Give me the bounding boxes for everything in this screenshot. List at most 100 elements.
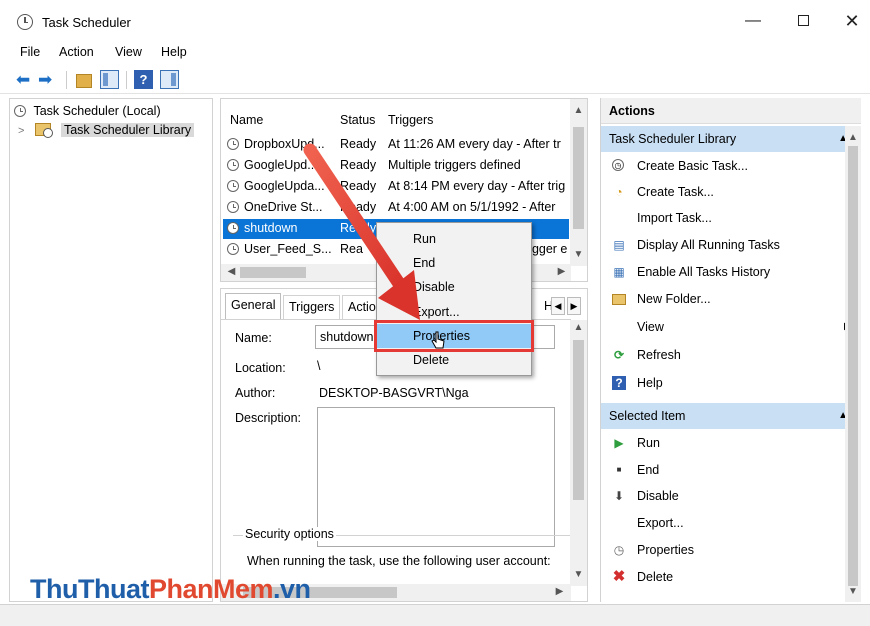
tab-scroll-left-icon[interactable]: ◀	[551, 297, 565, 315]
scroll-left-icon[interactable]: ◀	[223, 266, 240, 277]
action-create-basic-task[interactable]: ◷ Create Basic Task...	[601, 154, 847, 178]
task-clock-icon	[227, 201, 239, 213]
chevron-right-icon[interactable]: >	[18, 122, 32, 140]
location-value: \	[317, 359, 321, 373]
task-list-vertical-scrollbar[interactable]: ▲ ▼	[570, 99, 587, 266]
watermark-part3: .vn	[273, 574, 311, 604]
scroll-thumb[interactable]	[240, 267, 306, 278]
scroll-thumb[interactable]	[573, 340, 584, 500]
section-title: Selected Item	[609, 409, 686, 423]
up-folder-icon[interactable]	[76, 74, 92, 88]
folder-icon	[612, 294, 626, 305]
show-console-tree-icon[interactable]	[100, 70, 119, 89]
actions-vertical-scrollbar[interactable]: ▲ ▼	[845, 126, 861, 602]
scroll-thumb[interactable]	[848, 146, 858, 586]
scroll-up-icon[interactable]: ▲	[845, 132, 861, 143]
task-triggers: Multiple triggers defined	[388, 158, 521, 172]
section-task-scheduler-library[interactable]: Task Scheduler Library ▲	[601, 126, 861, 152]
show-action-pane-icon[interactable]	[160, 70, 179, 89]
action-create-task[interactable]: ◔ Create Task...	[601, 180, 847, 204]
action-export[interactable]: Export...	[601, 511, 847, 535]
context-menu-disable[interactable]: Disable	[377, 275, 531, 299]
actions-pane: Actions Task Scheduler Library ▲ ◷ Creat…	[600, 98, 861, 602]
column-header-name[interactable]: Name	[230, 113, 263, 127]
description-field[interactable]	[317, 407, 555, 547]
status-bar	[0, 604, 870, 626]
tree-root-label: Task Scheduler (Local)	[33, 104, 161, 118]
action-label: Delete	[637, 570, 674, 584]
tree-item-root[interactable]: Task Scheduler (Local)	[14, 102, 161, 120]
context-menu-end[interactable]: End	[377, 251, 531, 275]
scroll-right-icon[interactable]: ▶	[551, 586, 568, 597]
task-clock-icon	[227, 243, 239, 255]
author-label: Author:	[235, 386, 276, 400]
tab-scroll-right-icon[interactable]: ▶	[567, 297, 581, 315]
task-status: Ready	[340, 200, 377, 214]
toolbar: ⬅ ➡ ?	[0, 66, 870, 94]
end-icon: ■	[616, 465, 622, 474]
menu-file[interactable]: File	[20, 45, 40, 59]
action-display-running-tasks[interactable]: ▤ Display All Running Tasks	[601, 233, 847, 257]
menu-view[interactable]: View	[115, 45, 142, 59]
mouse-cursor-icon	[431, 331, 445, 349]
action-help[interactable]: ? Help	[601, 371, 847, 395]
tab-triggers[interactable]: Triggers	[283, 295, 341, 319]
scroll-down-icon[interactable]: ▼	[570, 249, 587, 260]
tab-general[interactable]: General	[225, 293, 282, 319]
action-properties[interactable]: ◷ Properties	[601, 538, 847, 562]
scroll-down-icon[interactable]: ▼	[845, 586, 861, 597]
maximize-button[interactable]	[783, 8, 823, 34]
section-selected-item[interactable]: Selected Item ▲	[601, 403, 861, 429]
action-import-task[interactable]: Import Task...	[601, 206, 847, 230]
action-end[interactable]: ■ End	[601, 458, 847, 482]
title-bar: Task Scheduler — ✕	[0, 0, 870, 40]
delete-icon: ✖	[612, 568, 626, 585]
action-label: Disable	[637, 489, 679, 503]
scroll-up-icon[interactable]: ▲	[570, 322, 587, 333]
action-label: Refresh	[637, 348, 681, 362]
column-header-status[interactable]: Status	[340, 113, 375, 127]
action-delete[interactable]: ✖ Delete	[601, 565, 847, 589]
back-arrow-icon[interactable]: ⬅	[16, 70, 35, 89]
run-icon: ▶	[614, 436, 624, 450]
task-triggers: At 4:00 AM on 5/1/1992 - After	[388, 200, 556, 214]
task-clock-icon	[227, 159, 239, 171]
action-refresh[interactable]: ⟳ Refresh	[601, 343, 847, 367]
security-description: When running the task, use the following…	[247, 554, 551, 568]
task-triggers: At 11:26 AM every day - After tr	[388, 137, 561, 151]
table-row[interactable]: GoogleUpda... Ready At 8:14 PM every day…	[223, 177, 569, 197]
scroll-thumb[interactable]	[573, 127, 584, 229]
author-value: DESKTOP-BASGVRT\Nga	[319, 386, 469, 400]
scroll-up-icon[interactable]: ▲	[570, 105, 587, 116]
column-header-triggers[interactable]: Triggers	[388, 113, 433, 127]
properties-icon: ◷	[613, 543, 625, 557]
detail-vertical-scrollbar[interactable]: ▲ ▼	[570, 320, 587, 586]
task-status: Rea	[340, 242, 363, 256]
help-icon[interactable]: ?	[134, 70, 153, 89]
action-new-folder[interactable]: New Folder...	[601, 287, 847, 311]
table-row[interactable]: GoogleUpd... Ready Multiple triggers def…	[223, 156, 569, 176]
menu-action[interactable]: Action	[59, 45, 94, 59]
action-view[interactable]: View ▶	[601, 315, 852, 339]
task-status: Ready	[340, 158, 377, 172]
action-disable[interactable]: ⬇ Disable	[601, 484, 847, 508]
action-run[interactable]: ▶ Run	[601, 431, 847, 455]
scroll-right-icon[interactable]: ▶	[553, 266, 570, 277]
tree-item-library[interactable]: > Task Scheduler Library	[18, 121, 195, 140]
close-button[interactable]: ✕	[832, 8, 870, 34]
action-label: New Folder...	[637, 292, 711, 306]
table-row[interactable]: OneDrive St... Ready At 4:00 AM on 5/1/1…	[223, 198, 569, 218]
action-enable-history[interactable]: ▦ Enable All Tasks History	[601, 260, 847, 284]
table-row[interactable]: DropboxUpd... Ready At 11:26 AM every da…	[223, 135, 569, 155]
toolbar-separator	[66, 71, 67, 89]
library-folder-icon	[35, 123, 54, 138]
scroll-down-icon[interactable]: ▼	[570, 569, 587, 580]
history-icon: ▦	[613, 265, 625, 279]
forward-arrow-icon[interactable]: ➡	[38, 70, 57, 89]
minimize-button[interactable]: —	[733, 8, 773, 34]
menu-help[interactable]: Help	[161, 45, 187, 59]
context-menu-run[interactable]: Run	[377, 227, 531, 251]
action-label: Help	[637, 376, 663, 390]
name-label: Name:	[235, 331, 272, 345]
create-basic-task-icon: ◷	[612, 159, 624, 171]
